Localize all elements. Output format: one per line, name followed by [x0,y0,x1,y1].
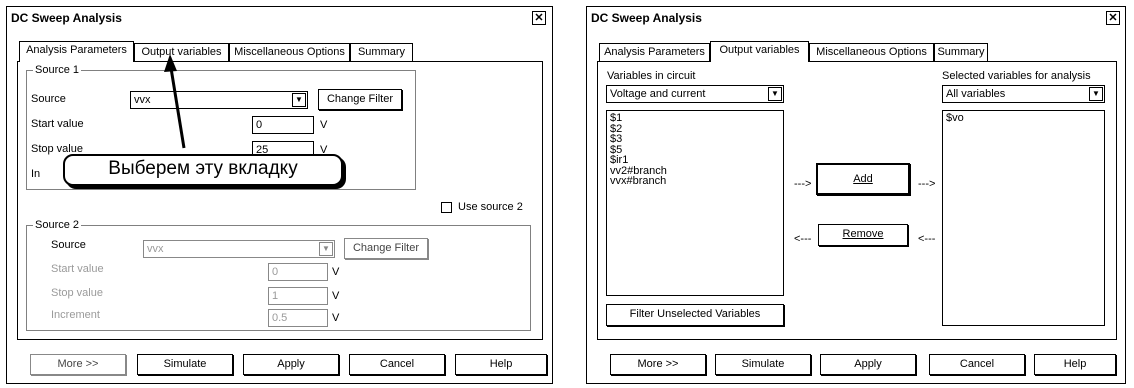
source2-start-label: Start value [51,263,104,275]
right-dialog-title: DC Sweep Analysis [587,7,1125,29]
source1-start-unit: V [320,119,328,131]
right-tab-output-variables[interactable]: Output variables [710,41,809,62]
source2-increment-label: Increment [51,309,100,321]
left-dialog: DC Sweep Analysis ✕ Analysis Parameters … [6,6,553,384]
use-source2-checkbox[interactable] [441,202,452,213]
right-help-button[interactable]: Help [1034,354,1116,375]
chevron-down-icon[interactable]: ▼ [1089,87,1103,101]
source2-source-select[interactable]: vvx ▼ [143,240,335,258]
source2-change-filter-button[interactable]: Change Filter [344,238,428,259]
right-tab-panel: Variables in circuit Voltage and current… [597,61,1117,340]
chevron-down-icon[interactable]: ▼ [292,93,306,107]
source2-start-unit: V [332,266,340,278]
right-tab-summary[interactable]: Summary [934,43,988,62]
right-cancel-button[interactable]: Cancel [929,354,1025,375]
selected-vars-list[interactable]: $vo [942,110,1105,326]
left-cancel-button[interactable]: Cancel [349,354,445,375]
vars-in-circuit-label: Variables in circuit [607,70,696,82]
list-item[interactable]: vvx#branch [610,176,780,187]
source2-stop-input[interactable]: 1 [268,287,328,305]
list-item[interactable]: $vo [946,113,1101,124]
left-tab-summary[interactable]: Summary [350,43,413,62]
list-item[interactable]: $ir1 [610,155,780,166]
selected-vars-label: Selected variables for analysis [942,70,1091,82]
left-tab-analysis-parameters[interactable]: Analysis Parameters [19,41,134,62]
annotation-callout: Выберем эту вкладку [63,154,343,186]
source1-start-label: Start value [31,118,84,130]
right-dialog: DC Sweep Analysis ✕ Analysis Parameters … [586,6,1126,384]
vars-filter-select[interactable]: Voltage and current ▼ [606,85,784,103]
right-simulate-button[interactable]: Simulate [715,354,811,375]
right-tab-analysis-parameters[interactable]: Analysis Parameters [599,43,710,62]
chevron-down-icon[interactable]: ▼ [768,87,782,101]
source2-increment-input[interactable]: 0.5 [268,309,328,327]
source1-source-label: Source [31,93,66,105]
left-close-icon[interactable]: ✕ [532,11,546,25]
source2-legend: Source 2 [33,219,82,231]
left-tab-panel: Source 1 Source vvx ▼ Change Filter Star… [17,61,543,340]
arrow-left-left: <--- [794,233,812,245]
arrow-right-right: ---> [918,178,936,190]
left-apply-button[interactable]: Apply [243,354,339,375]
source1-source-select[interactable]: vvx ▼ [130,91,308,109]
vars-in-circuit-list[interactable]: $1 $2 $3 $5 $ir1 vv2#branch vvx#branch [606,110,784,296]
list-item[interactable]: $1 [610,113,780,124]
arrow-left-right: <--- [918,233,936,245]
source2-source-value: vvx [147,243,164,255]
remove-label: Remove [842,228,884,240]
left-tab-misc-options[interactable]: Miscellaneous Options [229,43,350,62]
selected-filter-select[interactable]: All variables ▼ [942,85,1105,103]
source2-start-input[interactable]: 0 [268,263,328,281]
left-more-button[interactable]: More >> [30,354,126,375]
source1-increment-label: In [31,168,41,180]
left-dialog-title: DC Sweep Analysis [7,7,552,29]
left-help-button[interactable]: Help [455,354,547,375]
remove-button[interactable]: Remove [818,224,908,246]
chevron-down-icon[interactable]: ▼ [319,242,333,256]
source2-group: Source 2 Source vvx ▼ Change Filter Star… [26,219,531,331]
left-simulate-button[interactable]: Simulate [137,354,233,375]
right-more-button[interactable]: More >> [610,354,706,375]
source2-increment-unit: V [332,312,340,324]
use-source2-label: Use source 2 [458,201,523,213]
add-label: Add [853,173,873,185]
source1-start-input[interactable]: 0 [252,116,314,134]
list-item[interactable]: $5 [610,144,780,156]
filter-unselected-button[interactable]: Filter Unselected Variables [606,304,784,326]
left-tab-output-variables[interactable]: Output variables [134,43,229,62]
source1-legend: Source 1 [33,64,82,76]
right-tab-misc-options[interactable]: Miscellaneous Options [809,43,934,62]
add-button[interactable]: Add [816,163,910,195]
arrow-right-left: ---> [794,178,812,190]
vars-filter-value: Voltage and current [610,88,706,100]
source2-stop-label: Stop value [51,287,103,299]
list-item[interactable]: $3 [610,134,780,145]
selected-filter-value: All variables [946,88,1006,100]
source2-source-label: Source [51,239,86,251]
source1-source-value: vvx [134,94,151,106]
source1-change-filter-button[interactable]: Change Filter [318,89,402,110]
right-close-icon[interactable]: ✕ [1106,11,1120,25]
list-item[interactable]: $2 [610,123,780,135]
right-apply-button[interactable]: Apply [820,354,916,375]
source2-stop-unit: V [332,290,340,302]
